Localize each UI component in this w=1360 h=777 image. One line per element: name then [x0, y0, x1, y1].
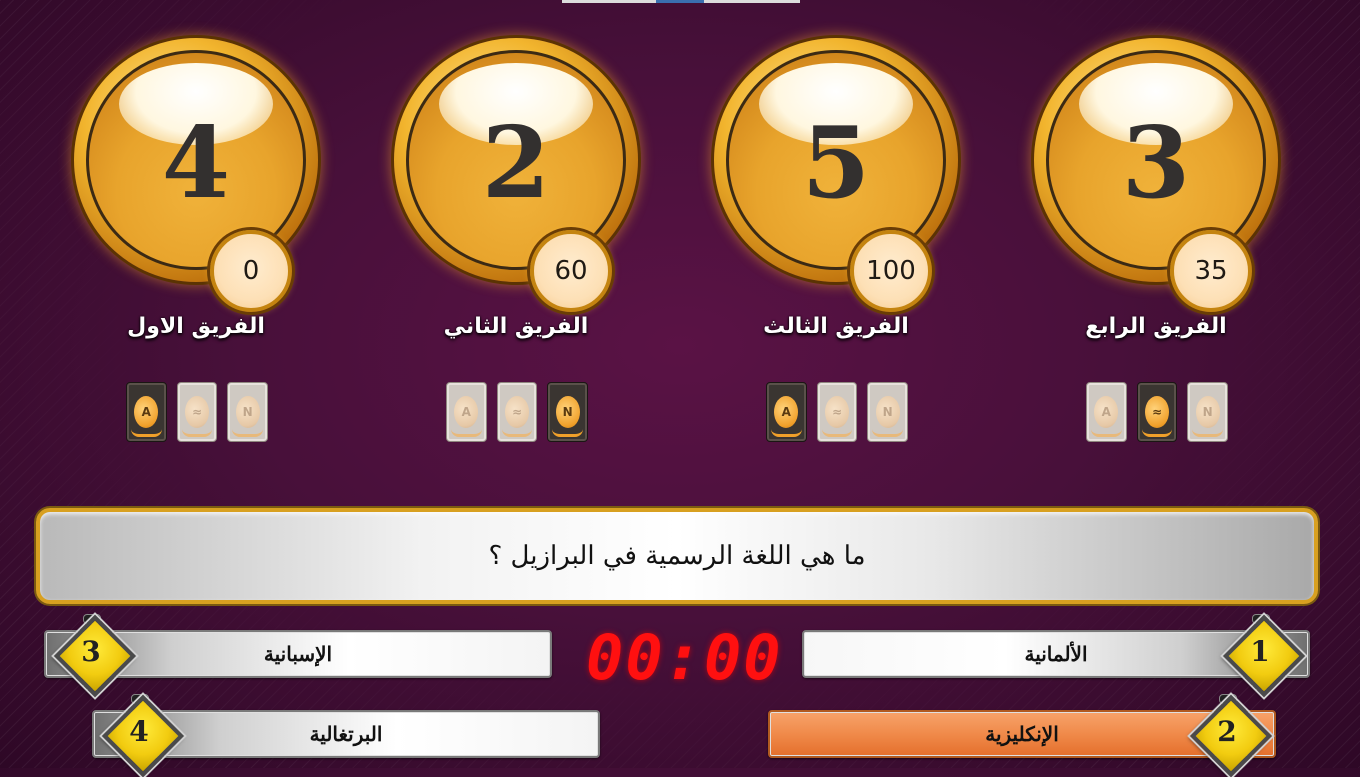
- countdown-timer: 00:00: [586, 621, 783, 694]
- team-score-badge: 0: [210, 230, 292, 312]
- joker-card[interactable]: A: [1086, 382, 1127, 442]
- team-panel-3: 5 100 الفريق الثالث A ≈ N: [714, 38, 964, 458]
- joker-card[interactable]: ≈: [496, 382, 538, 442]
- team-name: الفريق الاول: [127, 314, 265, 339]
- team-number: 3: [1121, 106, 1191, 221]
- team-number: 2: [481, 106, 551, 221]
- team-score-badge: 60: [530, 230, 612, 312]
- joker-card[interactable]: N: [867, 382, 909, 442]
- answer-label: الإنكليزية: [985, 722, 1059, 746]
- team-name: الفريق الثاني: [443, 314, 589, 339]
- team-panel-2: 2 60 الفريق الثاني A ≈ N: [394, 38, 644, 458]
- joker-group: A ≈ N: [126, 382, 269, 442]
- answer-number: 3: [81, 635, 101, 668]
- joker-group: A ≈ N: [766, 382, 909, 442]
- joker-card[interactable]: ≈: [816, 382, 858, 442]
- answer-label: الألمانية: [1024, 642, 1088, 666]
- joker-card[interactable]: A: [446, 382, 487, 442]
- answer-label: البرتغالية: [309, 722, 383, 746]
- joker-group: A ≈ N: [446, 382, 589, 442]
- joker-card[interactable]: N: [547, 382, 589, 442]
- joker-card[interactable]: A: [126, 382, 167, 442]
- joker-card[interactable]: N: [1187, 382, 1229, 442]
- joker-card[interactable]: A: [766, 382, 807, 442]
- answer-number: 1: [1250, 635, 1270, 668]
- answer-number: 4: [129, 715, 149, 748]
- team-panel-1: 4 0 الفريق الاول A ≈ N: [74, 38, 324, 458]
- team-name: الفريق الثالث: [763, 314, 909, 339]
- answer-label: الإسبانية: [263, 642, 333, 666]
- joker-group: A ≈ N: [1086, 382, 1229, 442]
- answer-number: 2: [1217, 715, 1237, 748]
- joker-card[interactable]: ≈: [176, 382, 218, 442]
- team-panel-4: 3 35 الفريق الرابع A ≈ N: [1034, 38, 1284, 458]
- team-score-badge: 35: [1170, 230, 1252, 312]
- top-strip: [562, 0, 800, 3]
- question-box: ما هي اللغة الرسمية في البرازيل ؟: [36, 508, 1318, 604]
- team-score-badge: 100: [850, 230, 932, 312]
- joker-card[interactable]: ≈: [1136, 382, 1178, 442]
- joker-card[interactable]: N: [227, 382, 269, 442]
- team-name: الفريق الرابع: [1085, 314, 1227, 339]
- team-number: 4: [161, 106, 231, 221]
- team-number: 5: [801, 106, 871, 221]
